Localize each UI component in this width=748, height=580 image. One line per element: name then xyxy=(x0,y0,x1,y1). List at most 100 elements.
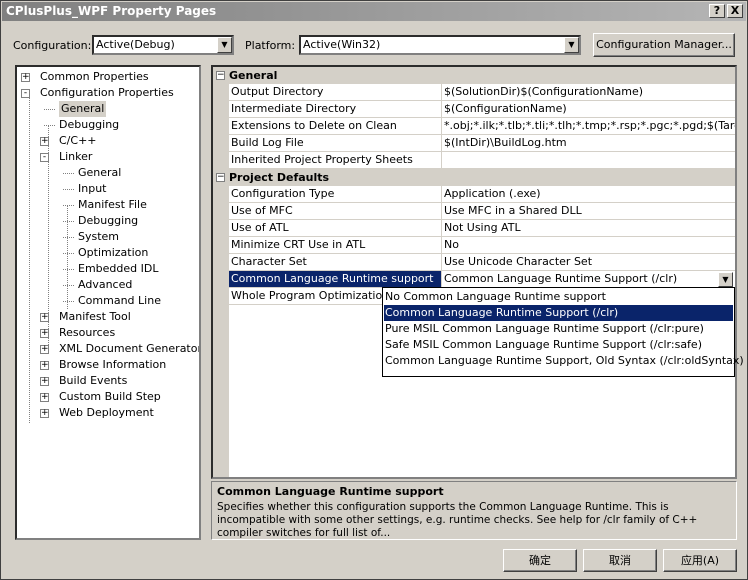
property-value[interactable]: $(IntDir)\BuildLog.htm xyxy=(442,135,735,152)
property-name[interactable]: Character Set xyxy=(229,254,442,271)
configuration-manager-button[interactable]: Configuration Manager... xyxy=(593,33,735,57)
description-title: Common Language Runtime support xyxy=(217,485,444,498)
property-name[interactable]: Use of MFC xyxy=(229,203,442,220)
property-name[interactable]: Output Directory xyxy=(229,84,442,101)
tree-item[interactable]: Optimization xyxy=(78,245,148,261)
property-value[interactable]: Use MFC in a Shared DLL xyxy=(442,203,735,220)
tree-item[interactable]: Advanced xyxy=(78,277,132,293)
tree-item[interactable]: Common Properties xyxy=(40,69,149,85)
dropdown-option[interactable]: Common Language Runtime Support (/clr) xyxy=(384,305,733,321)
category-label: Project Defaults xyxy=(229,171,330,184)
description-text: Specifies whether this configuration sup… xyxy=(217,501,698,539)
tree-connector xyxy=(63,285,74,286)
property-value[interactable]: Common Language Runtime Support (/clr) ▼ xyxy=(442,271,735,288)
property-value[interactable]: $(ConfigurationName) xyxy=(442,101,735,118)
tree-expander-icon[interactable]: + xyxy=(40,393,49,402)
dropdown-option[interactable]: No Common Language Runtime support xyxy=(384,289,733,305)
property-tree[interactable]: + Common Properties - Configuration Propert… xyxy=(15,65,201,540)
configuration-combo[interactable]: Active(Debug) ▼ xyxy=(92,35,234,55)
tree-connector xyxy=(63,205,74,206)
property-value-text: Common Language Runtime Support (/clr) xyxy=(444,272,678,285)
close-button[interactable]: X xyxy=(727,4,743,18)
tree-item[interactable]: XML Document Generator xyxy=(59,341,199,357)
property-value[interactable]: No xyxy=(442,237,735,254)
description-panel: Common Language Runtime support Specifie… xyxy=(211,481,737,540)
tree-item[interactable]: Browse Information xyxy=(59,357,166,373)
chevron-down-icon[interactable]: ▼ xyxy=(217,37,232,53)
property-name[interactable]: Extensions to Delete on Clean xyxy=(229,118,442,135)
collapse-icon[interactable]: − xyxy=(216,173,225,182)
tree-item[interactable]: Manifest Tool xyxy=(59,309,131,325)
tree-item[interactable]: General xyxy=(59,101,107,117)
platform-value: Active(Win32) xyxy=(303,38,381,51)
ok-button[interactable]: 确定 xyxy=(503,549,577,572)
tree-item[interactable]: Web Deployment xyxy=(59,405,154,421)
property-name[interactable]: Common Language Runtime support xyxy=(229,271,442,288)
property-value[interactable]: Use Unicode Character Set xyxy=(442,254,735,271)
tree-expander-icon[interactable]: + xyxy=(40,361,49,370)
tree-item[interactable]: Debugging xyxy=(59,117,119,133)
tree-item[interactable]: Resources xyxy=(59,325,115,341)
dropdown-option[interactable]: Pure MSIL Common Language Runtime Suppor… xyxy=(384,321,733,337)
tree-item[interactable]: Debugging xyxy=(78,213,138,229)
clr-dropdown-list[interactable]: No Common Language Runtime support Common… xyxy=(382,287,744,377)
tree-connector xyxy=(63,189,74,190)
window-title: CPlusPlus_WPF Property Pages xyxy=(6,4,217,18)
tree-connector xyxy=(63,269,74,270)
chevron-down-icon[interactable]: ▼ xyxy=(718,272,733,287)
property-value[interactable] xyxy=(442,152,735,169)
property-name[interactable]: Use of ATL xyxy=(229,220,442,237)
tree-connector xyxy=(63,221,74,222)
configuration-value: Active(Debug) xyxy=(96,38,175,51)
configuration-label: Configuration: xyxy=(13,39,92,52)
help-button[interactable]: ? xyxy=(709,4,725,18)
property-value[interactable]: Application (.exe) xyxy=(442,186,735,203)
tree-connector xyxy=(44,109,55,110)
tree-line xyxy=(67,205,68,309)
title-bar: CPlusPlus_WPF Property Pages xyxy=(2,2,746,21)
tree-connector xyxy=(63,301,74,302)
tree-item[interactable]: General xyxy=(78,165,121,181)
platform-combo[interactable]: Active(Win32) ▼ xyxy=(299,35,581,55)
property-name[interactable]: Configuration Type xyxy=(229,186,442,203)
apply-button[interactable]: 应用(A) xyxy=(663,549,737,572)
property-name[interactable]: Build Log File xyxy=(229,135,442,152)
tree-item[interactable]: Linker xyxy=(59,149,92,165)
tree-item[interactable]: C/C++ xyxy=(59,133,97,149)
grid-category[interactable]: − General xyxy=(213,67,735,84)
property-value[interactable]: *.obj;*.ilk;*.tlb;*.tli;*.tlh;*.tmp;*.rs… xyxy=(442,118,735,135)
platform-label: Platform: xyxy=(245,39,296,52)
property-grid[interactable]: − General Output Directory $(SolutionDir)$(… xyxy=(211,65,737,479)
category-label: General xyxy=(229,69,278,82)
tree-expander-icon[interactable]: + xyxy=(21,73,30,82)
property-pages-window: CPlusPlus_WPF Property Pages ? X Configu… xyxy=(0,0,748,580)
cancel-button[interactable]: 取消 xyxy=(583,549,657,572)
grid-category[interactable]: − Project Defaults xyxy=(213,169,735,186)
property-value[interactable]: $(SolutionDir)$(ConfigurationName) xyxy=(442,84,735,101)
tree-item[interactable]: Configuration Properties xyxy=(40,85,174,101)
dropdown-option[interactable]: Safe MSIL Common Language Runtime Suppor… xyxy=(384,337,733,353)
tree-item[interactable]: Manifest File xyxy=(78,197,147,213)
property-name[interactable]: Intermediate Directory xyxy=(229,101,442,118)
tree-item[interactable]: Input xyxy=(78,181,106,197)
tree-item[interactable]: Build Events xyxy=(59,373,127,389)
property-name[interactable]: Minimize CRT Use in ATL xyxy=(229,237,442,254)
tree-line xyxy=(29,93,30,423)
tree-connector xyxy=(63,237,74,238)
property-value[interactable]: Not Using ATL xyxy=(442,220,735,237)
collapse-icon[interactable]: − xyxy=(216,71,225,80)
tree-item[interactable]: Embedded IDL xyxy=(78,261,158,277)
dropdown-option[interactable]: Common Language Runtime Support, Old Syn… xyxy=(384,353,744,369)
tree-connector xyxy=(63,253,74,254)
tree-connector xyxy=(63,173,74,174)
chevron-down-icon[interactable]: ▼ xyxy=(564,37,579,53)
tree-expander-icon[interactable]: + xyxy=(40,377,49,386)
tree-line xyxy=(48,125,49,349)
tree-item[interactable]: Command Line xyxy=(78,293,161,309)
tree-item[interactable]: Custom Build Step xyxy=(59,389,161,405)
property-name[interactable]: Inherited Project Property Sheets xyxy=(229,152,442,169)
tree-expander-icon[interactable]: + xyxy=(40,409,49,418)
tree-item[interactable]: System xyxy=(78,229,119,245)
grid-gutter xyxy=(213,67,229,477)
tree-connector xyxy=(44,125,55,126)
